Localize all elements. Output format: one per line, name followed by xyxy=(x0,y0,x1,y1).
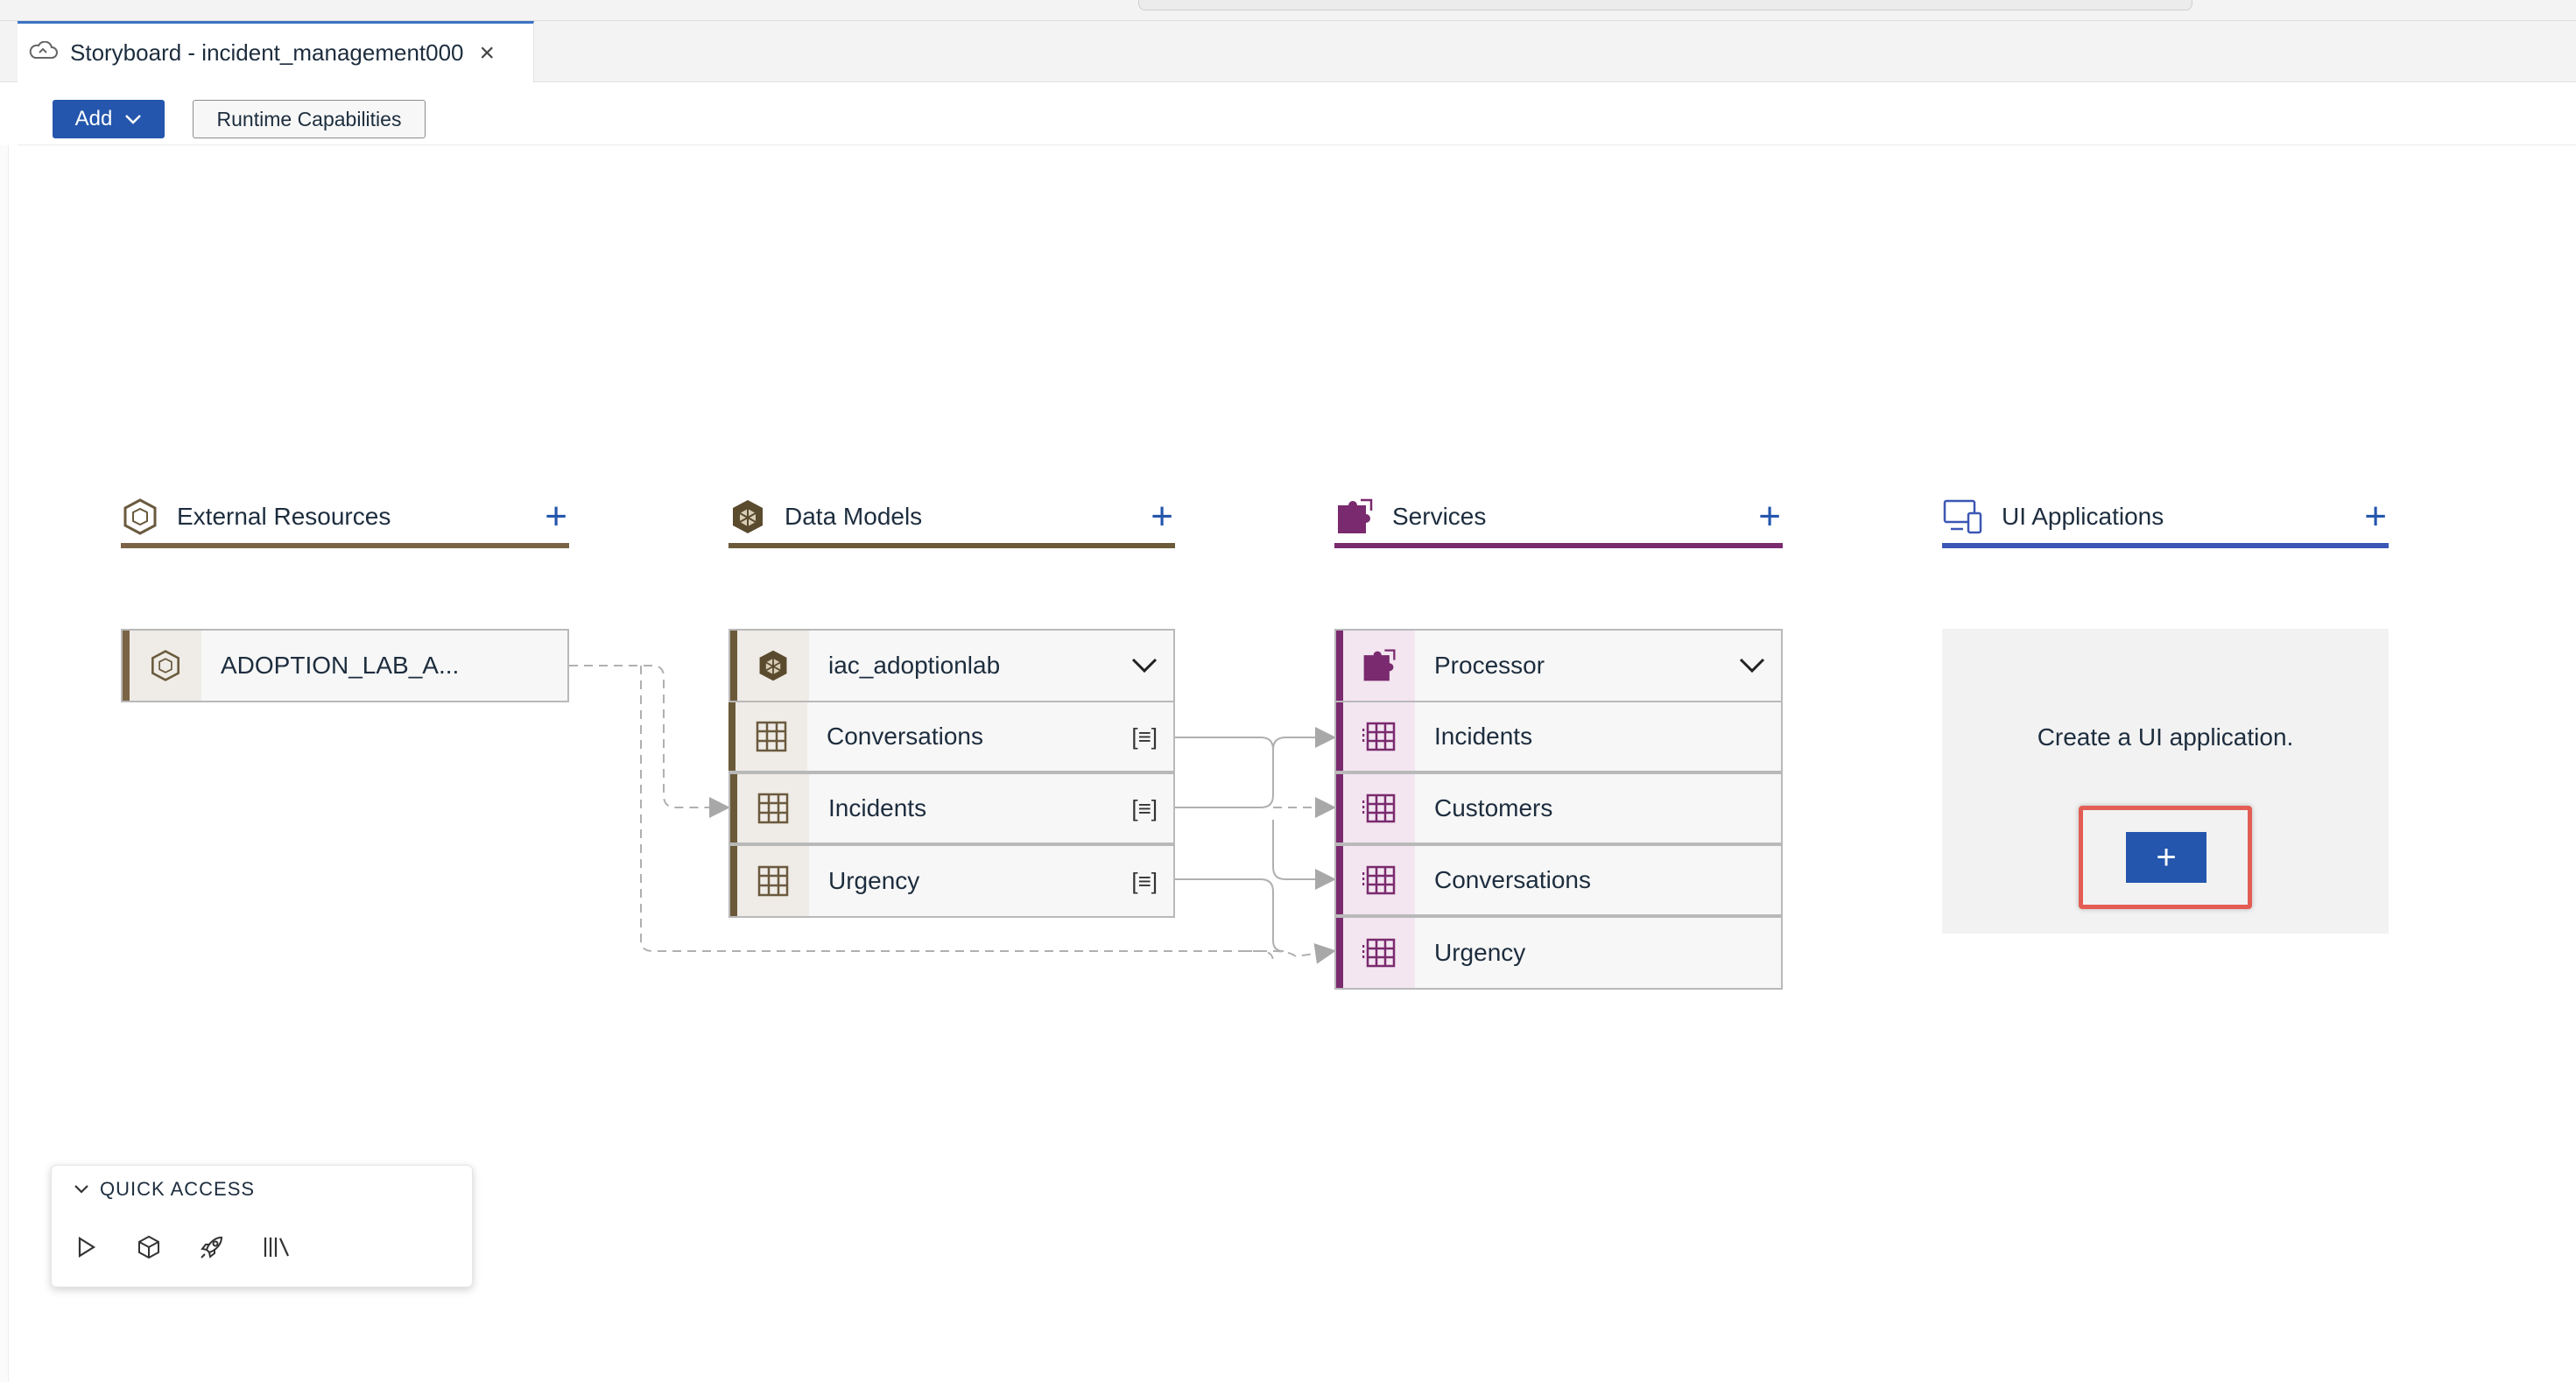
add-ui-application-button[interactable]: + xyxy=(2364,497,2387,536)
entity-details-icon[interactable]: [≡] xyxy=(1131,868,1158,895)
data-entity-row-conversations[interactable]: Conversations [≡] xyxy=(728,701,1175,772)
service-name: Processor xyxy=(1434,652,1545,679)
connector-to-service-incidents xyxy=(1272,727,1336,751)
column-header-services: Services + xyxy=(1334,490,1783,543)
node-strip xyxy=(728,702,735,771)
service-entity-row-customers[interactable]: Customers xyxy=(1334,772,1783,844)
projection-table-icon xyxy=(1343,846,1415,914)
create-ui-application-button[interactable]: + xyxy=(2126,832,2206,883)
service-header-row[interactable]: Processor xyxy=(1334,629,1783,702)
table-grid-icon xyxy=(735,702,807,771)
chevron-down-icon[interactable] xyxy=(1131,658,1158,673)
entity-details-icon[interactable]: [≡] xyxy=(1131,795,1158,822)
service-entity-row-urgency[interactable]: Urgency xyxy=(1334,916,1783,990)
external-resource-node[interactable]: ADOPTION_LAB_A... xyxy=(121,629,569,702)
entity-label: Conversations xyxy=(827,723,983,750)
entity-details-icon[interactable]: [≡] xyxy=(1131,723,1158,751)
service-entity-row-incidents[interactable]: Incidents xyxy=(1334,701,1783,772)
service-puzzle-icon xyxy=(1343,631,1415,701)
external-resource-icon xyxy=(130,631,201,701)
data-entity-row-incidents[interactable]: Incidents [≡] xyxy=(728,772,1175,844)
column-header-external-resources: External Resources + xyxy=(121,490,569,543)
node-strip xyxy=(1336,631,1343,701)
column-header-data-models: Data Models + xyxy=(728,490,1175,543)
data-entity-row-urgency[interactable]: Urgency [≡] xyxy=(728,844,1175,918)
connector-to-service-conversations xyxy=(1272,820,1336,890)
column-title: External Resources xyxy=(177,503,391,530)
projection-table-icon xyxy=(1343,774,1415,843)
column-title: Services xyxy=(1392,503,1487,530)
add-service-button[interactable]: + xyxy=(1758,497,1781,536)
node-strip xyxy=(730,774,737,843)
external-resource-label: ADOPTION_LAB_A... xyxy=(221,652,460,679)
play-icon[interactable] xyxy=(68,1230,103,1265)
projection-table-icon xyxy=(1343,702,1415,771)
service-entity-label: Urgency xyxy=(1434,939,1526,966)
data-model-header-row[interactable]: iac_adoptionlab xyxy=(728,629,1175,702)
node-strip xyxy=(1336,846,1343,914)
service-entity-label: Incidents xyxy=(1434,723,1533,750)
add-data-model-button[interactable]: + xyxy=(1151,497,1173,536)
data-model-cube-icon xyxy=(733,500,763,533)
projection-table-icon xyxy=(1343,918,1415,988)
quick-access-toggle[interactable]: QUICK ACCESS xyxy=(74,1174,255,1205)
connector-conversations-to-incidents xyxy=(1175,737,1274,808)
cube-icon[interactable] xyxy=(131,1230,166,1265)
column-underline xyxy=(1942,543,2389,548)
column-header-ui-applications: UI Applications + xyxy=(1942,490,2389,543)
chevron-down-icon xyxy=(74,1185,88,1194)
column-underline xyxy=(121,543,569,548)
ui-applications-empty-text: Create a UI application. xyxy=(2037,723,2294,751)
table-grid-icon xyxy=(737,774,809,843)
column-underline xyxy=(728,543,1175,548)
data-model-name: iac_adoptionlab xyxy=(828,652,1001,679)
entity-label: Incidents xyxy=(828,794,927,821)
external-resource-icon xyxy=(123,498,157,535)
column-title: UI Applications xyxy=(2002,503,2164,530)
service-entity-row-conversations[interactable]: Conversations xyxy=(1334,844,1783,916)
node-strip xyxy=(730,631,737,701)
node-strip xyxy=(730,846,737,916)
ui-devices-icon xyxy=(1943,499,1982,534)
connector-urgency-to-services xyxy=(1175,878,1284,952)
node-strip xyxy=(123,631,130,701)
rocket-icon[interactable] xyxy=(194,1230,229,1265)
chevron-down-icon[interactable] xyxy=(1739,658,1765,673)
add-external-resource-button[interactable]: + xyxy=(545,497,567,536)
entity-label: Urgency xyxy=(828,867,920,894)
column-title: Data Models xyxy=(785,503,923,530)
service-entity-label: Conversations xyxy=(1434,866,1591,893)
service-entity-label: Customers xyxy=(1434,794,1553,821)
service-puzzle-icon xyxy=(1338,498,1373,533)
node-strip xyxy=(1336,702,1343,771)
table-grid-icon xyxy=(737,846,809,916)
node-strip xyxy=(1336,774,1343,843)
connector-external-to-incidents xyxy=(569,665,730,818)
library-icon[interactable] xyxy=(259,1230,294,1265)
data-model-cube-icon xyxy=(737,631,809,701)
column-underline xyxy=(1334,543,1783,548)
quick-access-title: QUICK ACCESS xyxy=(100,1178,256,1200)
node-strip xyxy=(1336,918,1343,988)
